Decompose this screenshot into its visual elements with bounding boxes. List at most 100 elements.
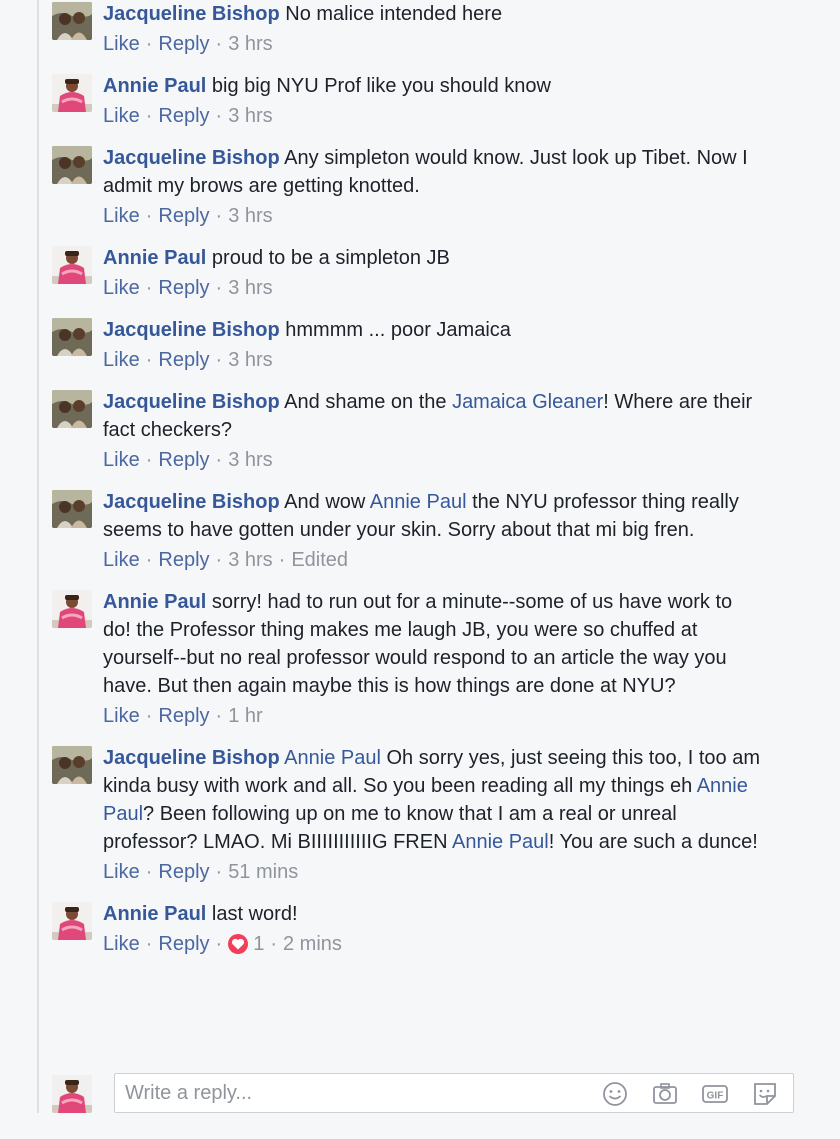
separator-dot: · (145, 105, 153, 127)
ap-avatar[interactable] (52, 590, 92, 628)
reply-button[interactable]: Reply (158, 702, 209, 730)
comment-timestamp[interactable]: 3 hrs (228, 446, 272, 474)
like-button[interactable]: Like (103, 930, 140, 958)
emoji-icon[interactable] (601, 1080, 629, 1108)
reply-button[interactable]: Reply (158, 446, 209, 474)
comment-timestamp[interactable]: 3 hrs (228, 202, 272, 230)
comment-text-segment: ! You are such a dunce! (548, 831, 758, 853)
reply-input[interactable] (115, 1074, 587, 1112)
gif-label: GIF (707, 1091, 724, 1102)
like-button[interactable]: Like (103, 446, 140, 474)
comment-body: Jacqueline Bishop hmmmm ... poor Jamaica… (103, 316, 832, 374)
reply-button[interactable]: Reply (158, 30, 209, 58)
comment-timestamp[interactable]: 3 hrs (228, 546, 272, 574)
comment-author-link[interactable]: Annie Paul (103, 247, 206, 269)
comment-text: Jacqueline Bishop And wow Annie Paul the… (103, 488, 763, 544)
comment: Jacqueline Bishop Annie Paul Oh sorry ye… (52, 744, 832, 886)
comment-author-link[interactable]: Annie Paul (103, 75, 206, 97)
comment-timestamp[interactable]: 3 hrs (228, 102, 272, 130)
reply-button[interactable]: Reply (158, 274, 209, 302)
comment-text: Jacqueline Bishop hmmmm ... poor Jamaica (103, 316, 763, 344)
ap-avatar[interactable] (52, 902, 92, 940)
gif-icon[interactable]: GIF (701, 1080, 729, 1108)
jb-avatar[interactable] (52, 490, 92, 528)
comment-timestamp[interactable]: 3 hrs (228, 30, 272, 58)
comment-actions: Like · Reply · 3 hrs (103, 202, 832, 230)
comment-author-link[interactable]: Jacqueline Bishop (103, 747, 280, 769)
comment-body: Annie Paul proud to be a simpleton JB Lik… (103, 244, 832, 302)
comment-author-link[interactable]: Jacqueline Bishop (103, 491, 280, 513)
comment-text: Jacqueline Bishop Any simpleton would kn… (103, 144, 763, 200)
ap-avatar[interactable] (52, 1075, 92, 1113)
comment-actions: Like · Reply · 51 mins (103, 858, 832, 886)
reaction-count[interactable]: 1 (253, 930, 264, 958)
comment-body: Jacqueline Bishop Annie Paul Oh sorry ye… (103, 744, 832, 886)
reply-button[interactable]: Reply (158, 346, 209, 374)
heart-icon[interactable] (228, 934, 249, 954)
comment: Jacqueline Bishop No malice intended her… (52, 0, 832, 58)
separator-dot: · (145, 277, 153, 299)
like-button[interactable]: Like (103, 858, 140, 886)
separator-dot: · (215, 33, 223, 55)
mention-link[interactable]: Jamaica Gleaner (452, 391, 603, 413)
mention-link[interactable]: Annie Paul (370, 491, 467, 513)
comment-text: Annie Paul proud to be a simpleton JB (103, 244, 763, 272)
reply-button[interactable]: Reply (158, 930, 209, 958)
jb-avatar[interactable] (52, 390, 92, 428)
comment-text: Jacqueline Bishop Annie Paul Oh sorry ye… (103, 744, 763, 856)
comment-actions: Like · Reply · 3 hrs (103, 446, 832, 474)
comment: Annie Paul big big NYU Prof like you sho… (52, 72, 832, 130)
like-button[interactable]: Like (103, 202, 140, 230)
sticker-icon[interactable] (751, 1080, 779, 1108)
jb-avatar[interactable] (52, 746, 92, 784)
mention-link[interactable]: Annie Paul (452, 831, 549, 853)
comment: Annie Paul proud to be a simpleton JB Lik… (52, 244, 832, 302)
reply-button[interactable]: Reply (158, 858, 209, 886)
jb-avatar[interactable] (52, 318, 92, 356)
comment-text-segment: hmmmm ... poor Jamaica (279, 319, 511, 341)
comment-text: Annie Paul big big NYU Prof like you sho… (103, 72, 763, 100)
comment-author-link[interactable]: Jacqueline Bishop (103, 3, 280, 25)
ap-avatar[interactable] (52, 246, 92, 284)
comment-author-link[interactable]: Jacqueline Bishop (103, 319, 280, 341)
comment-timestamp[interactable]: 1 hr (228, 702, 262, 730)
reply-button[interactable]: Reply (158, 202, 209, 230)
mention-link[interactable]: Annie Paul (284, 747, 381, 769)
like-button[interactable]: Like (103, 30, 140, 58)
comment-author-link[interactable]: Jacqueline Bishop (103, 147, 280, 169)
comment-text-segment: proud to be a simpleton JB (206, 247, 450, 269)
like-button[interactable]: Like (103, 546, 140, 574)
jb-avatar[interactable] (52, 146, 92, 184)
comment-timestamp[interactable]: 3 hrs (228, 346, 272, 374)
comment-text: Annie Paul last word! (103, 900, 763, 928)
comment-actions: Like · Reply · 3 hrs · Edited (103, 546, 832, 574)
camera-icon[interactable] (651, 1080, 679, 1108)
thread-line (37, 0, 39, 1113)
edited-label[interactable]: Edited (291, 546, 348, 574)
separator-dot: · (145, 205, 153, 227)
comment-text: Jacqueline Bishop No malice intended her… (103, 0, 763, 28)
reply-button[interactable]: Reply (158, 102, 209, 130)
comment-list: Jacqueline Bishop No malice intended her… (52, 0, 832, 972)
comment: Jacqueline Bishop Any simpleton would kn… (52, 144, 832, 230)
comment-timestamp[interactable]: 51 mins (228, 858, 298, 886)
comment-body: Jacqueline Bishop Any simpleton would kn… (103, 144, 832, 230)
separator-dot: · (145, 933, 153, 955)
like-button[interactable]: Like (103, 102, 140, 130)
comment-body: Annie Paul last word! Like · Reply · 1 · 2 mins (103, 900, 832, 958)
separator-dot: · (145, 705, 153, 727)
reply-box: GIF (114, 1073, 794, 1113)
reply-button[interactable]: Reply (158, 546, 209, 574)
separator-dot: · (215, 277, 223, 299)
comment-author-link[interactable]: Jacqueline Bishop (103, 391, 280, 413)
comment-timestamp[interactable]: 2 mins (283, 930, 342, 958)
comment-author-link[interactable]: Annie Paul (103, 591, 206, 613)
like-button[interactable]: Like (103, 702, 140, 730)
ap-avatar[interactable] (52, 74, 92, 112)
comment-timestamp[interactable]: 3 hrs (228, 274, 272, 302)
jb-avatar[interactable] (52, 2, 92, 40)
like-button[interactable]: Like (103, 274, 140, 302)
like-button[interactable]: Like (103, 346, 140, 374)
separator-dot: · (145, 349, 153, 371)
comment-author-link[interactable]: Annie Paul (103, 903, 206, 925)
